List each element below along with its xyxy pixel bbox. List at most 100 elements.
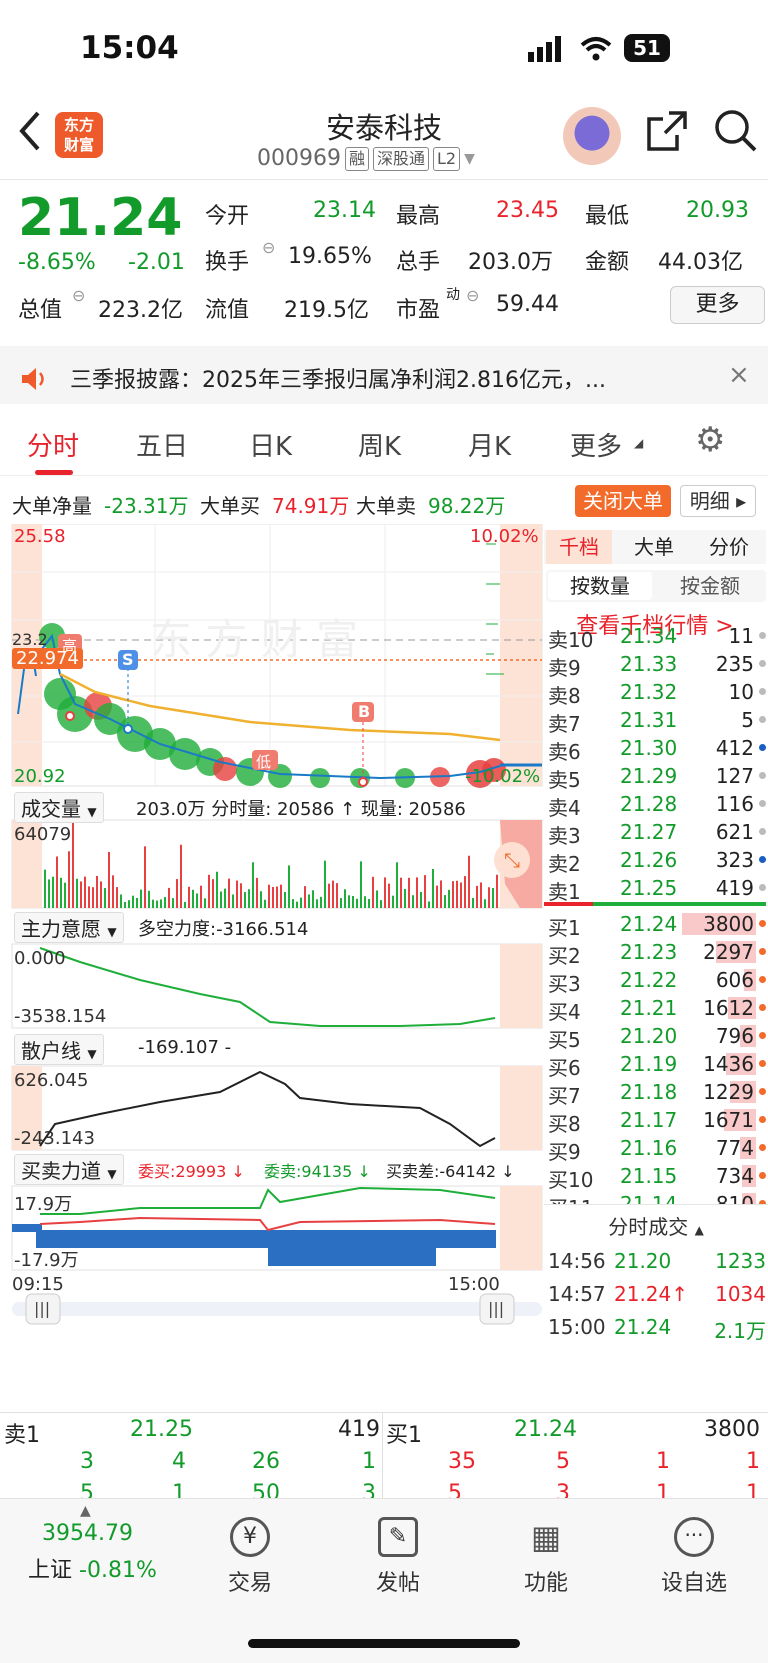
volume-bar	[432, 869, 434, 908]
info-icon[interactable]: ⊖	[72, 286, 85, 305]
volume-bar	[408, 877, 410, 908]
trade-detail-label: 分时成交	[608, 1215, 689, 1239]
intraday-chart-area[interactable]: 东 方 财 富 25.58 10.02% 20.92 -10.02% 23.2 …	[0, 524, 544, 1404]
assistant-avatar[interactable]	[563, 107, 621, 165]
bid-row[interactable]: 买3 21.22 606	[544, 966, 768, 996]
high-marker[interactable]: 高	[62, 635, 77, 656]
ask-row[interactable]: 卖8 21.32 10	[544, 678, 768, 708]
ask-level-label: 卖6	[548, 740, 581, 764]
sell1-volume: 419	[338, 1417, 380, 1442]
close-big-order-button[interactable]: 关闭大单	[575, 485, 671, 517]
stock-code-row[interactable]: 000969 融 深股通 L2 ▼	[257, 146, 475, 171]
main-indicator-dropdown[interactable]: 主力意愿 ▼	[14, 912, 124, 943]
volume-bar	[92, 887, 94, 908]
buy-marker[interactable]: B	[358, 702, 370, 721]
volume-bar	[108, 851, 110, 908]
by-amount-toggle[interactable]: 按金额	[656, 572, 764, 600]
svg-text:东 方 财 富: 东 方 财 富	[150, 615, 358, 664]
bid-dot	[759, 1172, 766, 1179]
bid-row[interactable]: 买7 21.18 1229	[544, 1078, 768, 1108]
tab-big-orders[interactable]: 大单	[620, 530, 688, 564]
order-book: 千档 大单 分价 按数量 按金额 查看千档行情 > 卖10 21.34 11 卖…	[544, 524, 768, 1404]
tab-monthly-k[interactable]: 月K	[468, 426, 511, 463]
volume-bar	[136, 897, 138, 908]
turnover-label: 换手	[205, 250, 250, 275]
cellular-signal-icon	[528, 36, 561, 62]
ask-row[interactable]: 卖7 21.31 5	[544, 706, 768, 736]
bid-row[interactable]: 买10 21.15 734	[544, 1162, 768, 1192]
index-change: -0.81%	[79, 1558, 157, 1583]
low-marker[interactable]: 低	[256, 751, 271, 772]
bid-row[interactable]: 买5 21.20 796	[544, 1022, 768, 1052]
info-icon[interactable]: ⊖	[262, 238, 275, 257]
chevron-down-icon: ▼	[107, 925, 117, 939]
tab-intraday[interactable]: 分时	[27, 426, 79, 463]
bid-row[interactable]: 买9 21.16 774	[544, 1134, 768, 1164]
volume-bar	[396, 862, 398, 908]
functions-button[interactable]: ▦ 功能	[486, 1517, 606, 1597]
ask-price: 21.25	[620, 876, 678, 900]
bid-row[interactable]: 买2 21.23 2297	[544, 938, 768, 968]
close-icon[interactable]: ×	[728, 360, 750, 390]
volume-bar	[52, 876, 54, 908]
scroll-left-handle[interactable]: |||	[34, 1299, 50, 1318]
volume-bar	[236, 880, 238, 908]
volume-bar	[168, 887, 170, 908]
by-quantity-toggle[interactable]: 按数量	[548, 572, 652, 600]
trade-volume: 1034	[715, 1282, 766, 1306]
tab-daily-k[interactable]: 日K	[249, 426, 292, 463]
bid-row[interactable]: 买6 21.19 1436	[544, 1050, 768, 1080]
buy-queue-3: 1	[656, 1449, 670, 1474]
volume-indicator-dropdown[interactable]: 成交量 ▼	[14, 792, 104, 823]
ask-row[interactable]: 卖9 21.33 235	[544, 650, 768, 680]
volume-bar	[96, 876, 98, 908]
detail-button-label: 明细	[689, 489, 730, 513]
trade-button[interactable]: ¥ 交易	[190, 1517, 310, 1597]
detail-button[interactable]: 明细 ▸	[680, 485, 756, 517]
ask-row[interactable]: 卖6 21.30 412	[544, 734, 768, 764]
force-indicator-dropdown[interactable]: 买卖力道 ▼	[14, 1154, 124, 1185]
expand-icon[interactable]: ⤡	[494, 842, 530, 878]
announcement-bar[interactable]: 三季报披露：2025年三季报归属净利润2.816亿元，... ×	[0, 340, 768, 410]
post-label: 发帖	[375, 1571, 420, 1596]
ask-volume: 621	[715, 820, 754, 844]
retail-indicator-dropdown[interactable]: 散户线 ▼	[14, 1034, 104, 1065]
tab-price-split[interactable]: 分价	[694, 530, 764, 564]
tab-thousand-levels[interactable]: 千档	[546, 530, 612, 564]
sell-marker[interactable]: S	[122, 650, 134, 669]
more-button[interactable]: 更多	[670, 286, 765, 324]
tab-more[interactable]: 更多	[570, 426, 622, 463]
volume-bar	[252, 862, 254, 908]
bid-price: 21.16	[620, 1136, 678, 1160]
ask-row[interactable]: 卖10 21.34 11	[544, 622, 768, 652]
tab-five-day[interactable]: 五日	[136, 426, 188, 463]
settings-icon[interactable]: ⚙	[695, 420, 725, 460]
scroll-right-handle[interactable]: |||	[488, 1299, 504, 1318]
search-icon[interactable]	[712, 107, 758, 153]
post-button[interactable]: ✎ 发帖	[338, 1517, 458, 1597]
bid-volume: 774	[715, 1136, 754, 1160]
volume-indicator-label: 成交量	[21, 797, 81, 821]
share-icon[interactable]	[645, 109, 689, 153]
tab-weekly-k[interactable]: 周K	[358, 426, 401, 463]
bid-row[interactable]: 买8 21.17 1671	[544, 1106, 768, 1136]
volume-bar	[420, 891, 422, 908]
ask-row[interactable]: 卖2 21.26 323	[544, 846, 768, 876]
trade-detail-header[interactable]: 分时成交 ▲	[544, 1211, 768, 1240]
ask-row[interactable]: 卖3 21.27 621	[544, 818, 768, 848]
ask-row[interactable]: 卖1 21.25 419	[544, 874, 768, 904]
volume-bar	[228, 878, 230, 908]
index-widget[interactable]: 3954.79 上证 -0.81%	[28, 1521, 157, 1584]
info-icon[interactable]: ⊖	[466, 286, 479, 305]
add-watchlist-button[interactable]: ··· 设自选	[634, 1517, 754, 1597]
volume-bar	[400, 877, 402, 908]
ask-dot	[759, 660, 766, 667]
bid-dot	[759, 948, 766, 955]
bid-row[interactable]: 买1 21.24 3800	[544, 910, 768, 940]
ask-row[interactable]: 卖4 21.28 116	[544, 790, 768, 820]
volume-bar	[488, 887, 490, 908]
bid-row[interactable]: 买4 21.21 1612	[544, 994, 768, 1024]
ask-row[interactable]: 卖5 21.29 127	[544, 762, 768, 792]
ask-dot	[759, 772, 766, 779]
volume-bar	[48, 879, 50, 908]
